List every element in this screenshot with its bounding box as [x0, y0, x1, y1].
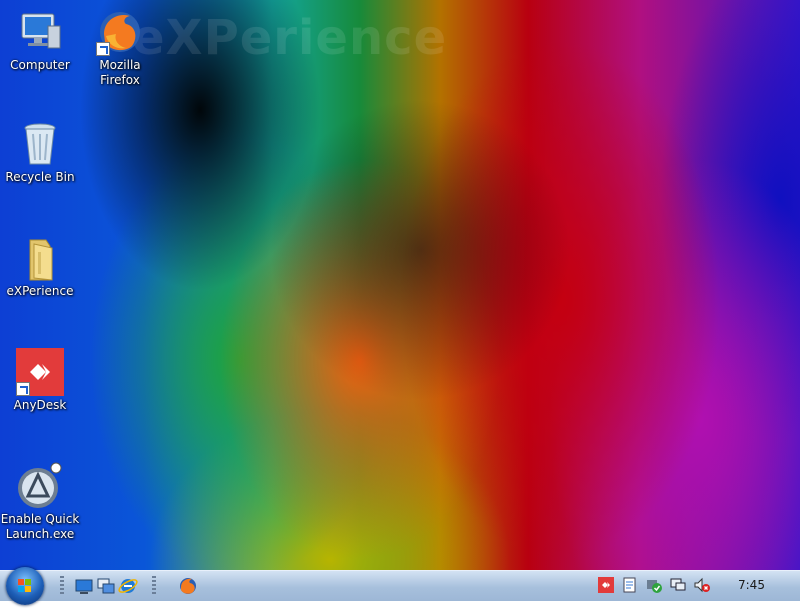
desktop-icon-label: Enable Quick Launch.exe — [0, 512, 80, 541]
firefox-icon — [180, 578, 196, 594]
switch-windows-icon[interactable] — [96, 576, 116, 596]
desktop-icon-label: Computer — [10, 58, 70, 72]
desktop-icon-label: eXPerience — [6, 284, 74, 298]
firefox-taskbar-button[interactable] — [178, 576, 198, 596]
desktop-icon-anydesk[interactable]: AnyDesk — [0, 348, 80, 413]
desktop-icon-label: Mozilla Firefox — [99, 58, 141, 87]
volume-muted-icon[interactable] — [694, 577, 710, 593]
folder-icon — [16, 234, 64, 282]
shortcut-arrow-icon — [16, 382, 30, 396]
network-tray-icon[interactable] — [670, 577, 686, 593]
security-tray-icon[interactable] — [646, 577, 662, 593]
system-clock[interactable]: 7:45 — [738, 578, 765, 592]
shortcut-arrow-icon — [96, 42, 110, 56]
firefox-icon — [96, 8, 144, 56]
wallpaper-text: eXPerience — [132, 10, 448, 66]
desktop-icon-experience-folder[interactable]: eXPerience — [0, 234, 80, 299]
taskbar: 7:45 — [0, 567, 800, 605]
desktop-icon-computer[interactable]: Computer — [0, 8, 80, 73]
desktop-icon-label: Recycle Bin — [5, 170, 75, 184]
anydesk-icon — [16, 348, 64, 396]
anydesk-tray-icon[interactable] — [598, 577, 614, 593]
quick-launch-icon — [16, 462, 64, 510]
internet-explorer-icon[interactable] — [118, 576, 138, 596]
desktop-icon-firefox[interactable]: Mozilla Firefox — [80, 8, 160, 88]
taskbar-grip[interactable] — [60, 576, 64, 596]
computer-icon — [16, 8, 64, 56]
start-button[interactable] — [6, 567, 44, 605]
desktop[interactable]: eXPerience Computer Mozilla Firefox Recy… — [0, 0, 800, 570]
desktop-icon-recycle-bin[interactable]: Recycle Bin — [0, 120, 80, 185]
show-desktop-icon[interactable] — [74, 576, 94, 596]
desktop-icon-label: AnyDesk — [13, 398, 67, 412]
recycle-bin-icon — [16, 120, 64, 168]
taskbar-grip[interactable] — [152, 576, 156, 596]
windows-logo-icon — [18, 579, 31, 592]
desktop-icon-enable-quick-launch[interactable]: Enable Quick Launch.exe — [0, 462, 80, 542]
document-tray-icon[interactable] — [622, 577, 638, 593]
